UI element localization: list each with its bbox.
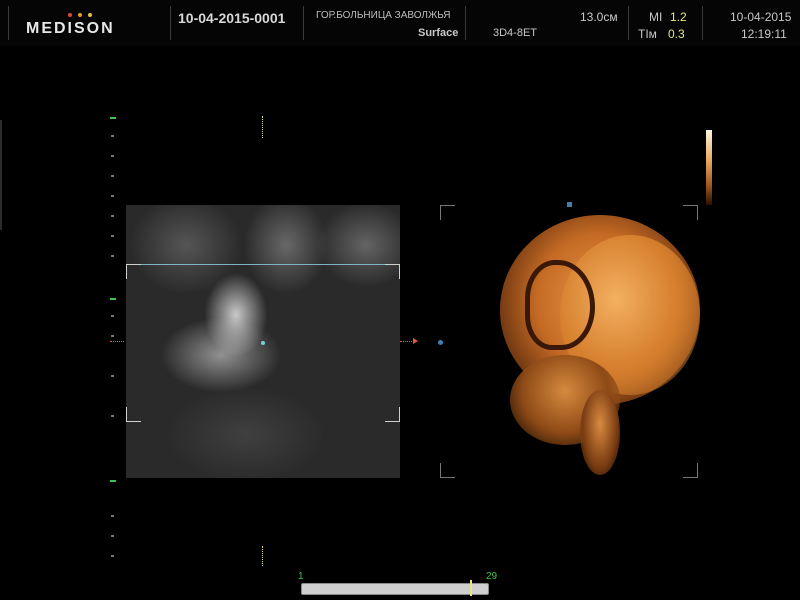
mi-label: MI: [649, 10, 663, 24]
left-edge-marker: [0, 120, 2, 230]
b-mode-image[interactable]: [126, 205, 400, 478]
ti-label: TIм: [638, 27, 657, 41]
header-divider: [303, 6, 304, 40]
exam-time: 12:19:11: [741, 27, 787, 41]
exam-date: 10-04-2015: [730, 10, 792, 24]
header-divider: [702, 6, 703, 40]
header-bar: MEDISON 10-04-2015-0001 ГОР.БОЛЬНИЦА ЗАВ…: [0, 0, 800, 46]
cursor-point[interactable]: [261, 341, 265, 345]
left-cursor-arrow: [110, 341, 124, 343]
mi-value: 1.2: [670, 10, 687, 24]
depth-scale: [108, 115, 118, 565]
3d-surface-render[interactable]: [440, 202, 700, 478]
cine-frame-slider[interactable]: [301, 583, 489, 595]
header-divider: [8, 6, 9, 40]
colormap-bar: [706, 130, 712, 205]
patient-id: 10-04-2015-0001: [178, 10, 286, 26]
ti-value: 0.3: [668, 27, 685, 41]
hospital-name: ГОР.БОЛЬНИЦА ЗАВОЛЖЬЯ: [316, 10, 451, 21]
scan-centre-line: [262, 116, 264, 138]
cine-slider-handle[interactable]: [470, 580, 472, 596]
header-divider: [170, 6, 171, 40]
depth-readout: 13.0см: [580, 10, 618, 24]
frame-end-label: 29: [486, 571, 498, 582]
brand-logo-dots: [68, 13, 108, 19]
right-cursor-arrow-head: [413, 338, 418, 344]
right-cursor-arrow: [400, 341, 414, 343]
header-divider: [628, 6, 629, 40]
brand-logo: MEDISON: [26, 20, 115, 37]
render-side-marker: [438, 340, 443, 345]
scan-centre-line-bottom: [262, 546, 264, 566]
header-divider: [465, 6, 466, 40]
frame-start-label: 1: [298, 571, 304, 582]
render-mode: Surface: [418, 27, 459, 39]
probe-name: 3D4-8ET: [493, 27, 538, 39]
render-top-marker: [567, 202, 572, 207]
roi-top-line: [126, 264, 400, 265]
